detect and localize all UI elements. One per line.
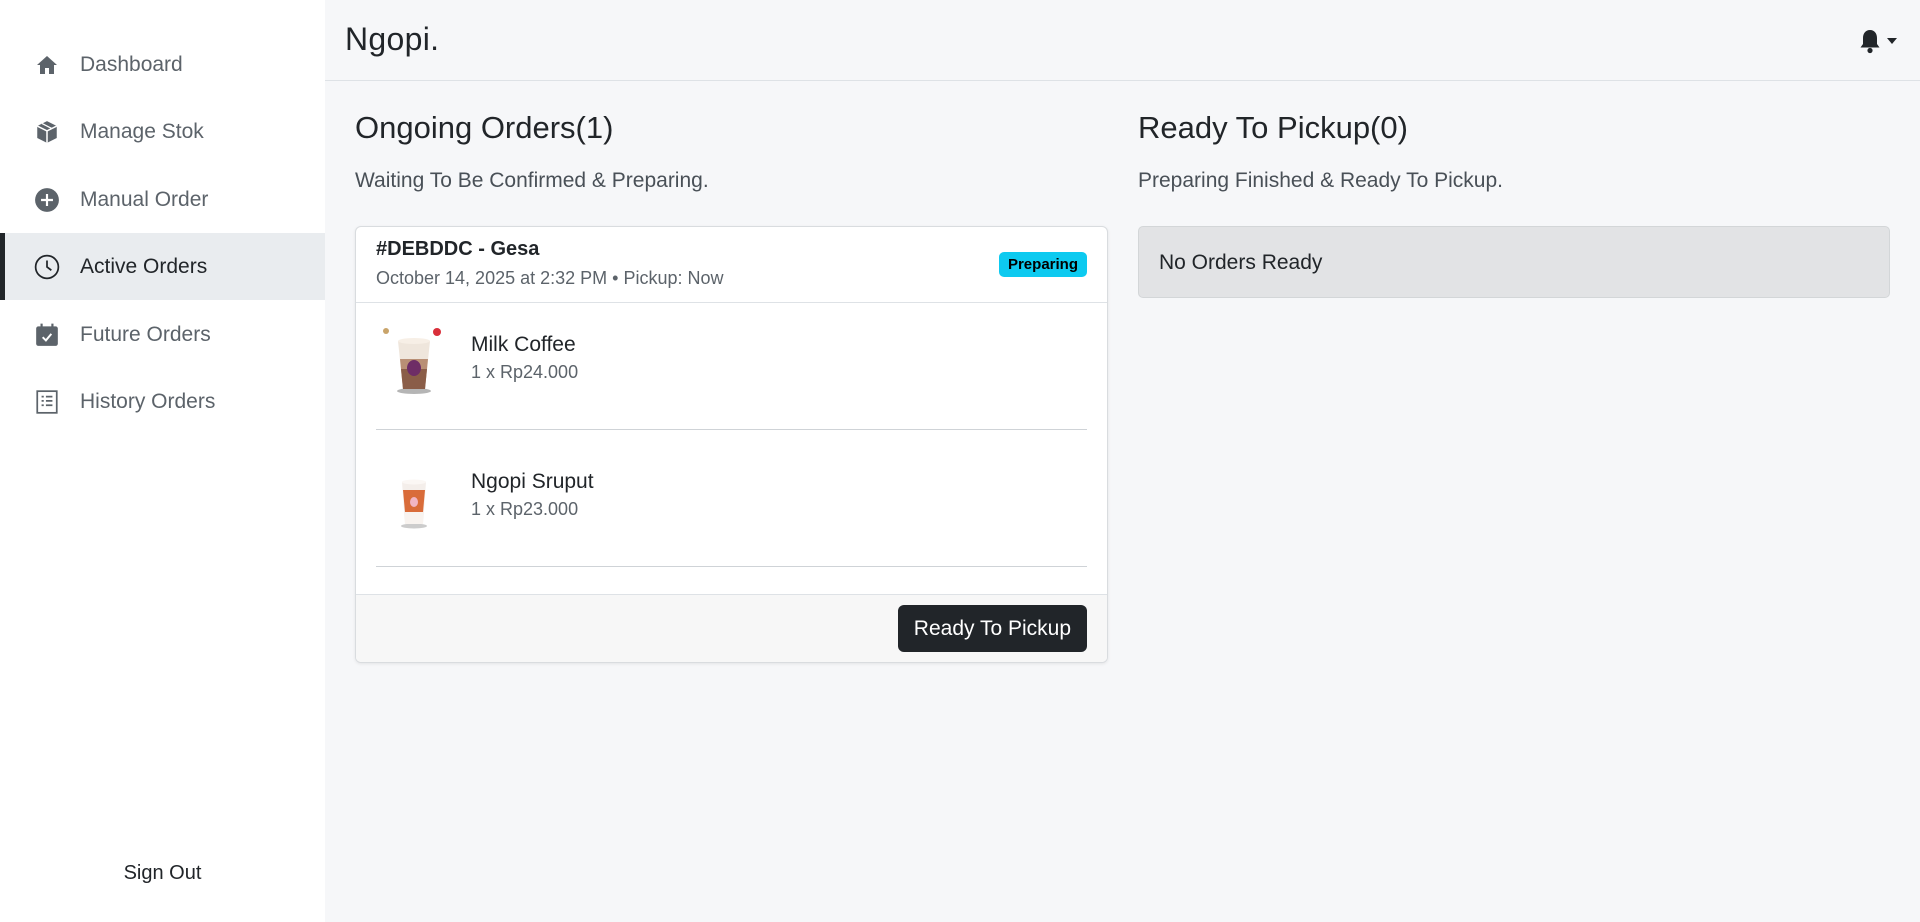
notification-dropdown[interactable] — [1858, 28, 1898, 54]
order-item: Ngopi Sruput 1 x Rp23.000 — [376, 440, 1087, 567]
home-icon — [34, 52, 60, 78]
order-meta: October 14, 2025 at 2:32 PM • Pickup: No… — [376, 268, 724, 288]
sidebar-item-history-orders[interactable]: History Orders — [0, 368, 325, 435]
empty-orders-alert: No Orders Ready — [1138, 226, 1890, 298]
sidebar-item-label: Manual Order — [80, 187, 209, 211]
order-id: #DEBDDC - Gesa — [376, 238, 540, 260]
sidebar-item-label: Dashboard — [80, 52, 183, 76]
sidebar: Dashboard Manage Stok Manual Order Activ… — [0, 0, 325, 922]
status-badge: Preparing — [998, 252, 1087, 277]
order-item: Milk Coffee 1 x Rp24.000 — [376, 303, 1087, 430]
sidebar-item-manage-stok[interactable]: Manage Stok — [0, 98, 325, 165]
plus-circle-icon — [34, 187, 60, 213]
sidebar-item-dashboard[interactable]: Dashboard — [0, 31, 325, 98]
sidebar-item-label: Active Orders — [80, 254, 208, 278]
clock-icon — [34, 254, 60, 280]
ready-to-pickup-button[interactable]: Ready To Pickup — [897, 605, 1087, 652]
ngopi-sruput-image — [376, 460, 452, 536]
ready-to-pickup-title: Ready To Pickup(0) — [1138, 110, 1408, 145]
brand-logo: Ngopi. — [345, 21, 440, 57]
item-price: 1 x Rp24.000 — [471, 362, 579, 382]
sidebar-item-manual-order[interactable]: Manual Order — [0, 166, 325, 233]
item-name: Ngopi Sruput — [471, 470, 594, 493]
calendar-check-icon — [34, 322, 60, 348]
box-icon — [34, 119, 60, 145]
item-name: Milk Coffee — [471, 333, 576, 356]
ready-to-pickup-subtitle: Preparing Finished & Ready To Pickup. — [1138, 169, 1503, 192]
sidebar-item-label: Manage Stok — [80, 119, 204, 143]
caret-down-icon — [1887, 38, 1897, 44]
order-card-footer: Ready To Pickup — [356, 594, 1107, 662]
bell-icon — [1860, 30, 1880, 54]
sign-out-button[interactable]: Sign Out — [0, 862, 325, 885]
receipt-icon — [34, 389, 60, 415]
sidebar-item-label: History Orders — [80, 389, 216, 413]
order-card-header: #DEBDDC - Gesa October 14, 2025 at 2:32 … — [356, 227, 1107, 303]
order-card: #DEBDDC - Gesa October 14, 2025 at 2:32 … — [355, 226, 1108, 663]
item-price: 1 x Rp23.000 — [471, 499, 579, 519]
empty-orders-text: No Orders Ready — [1159, 251, 1323, 274]
ongoing-orders-subtitle: Waiting To Be Confirmed & Preparing. — [355, 169, 709, 192]
sidebar-item-label: Future Orders — [80, 322, 211, 346]
top-header: Ngopi. — [325, 0, 1920, 81]
sidebar-item-future-orders[interactable]: Future Orders — [0, 301, 325, 368]
sidebar-item-active-orders[interactable]: Active Orders — [0, 233, 325, 300]
ongoing-orders-title: Ongoing Orders(1) — [355, 110, 614, 145]
milk-coffee-image — [376, 323, 452, 399]
